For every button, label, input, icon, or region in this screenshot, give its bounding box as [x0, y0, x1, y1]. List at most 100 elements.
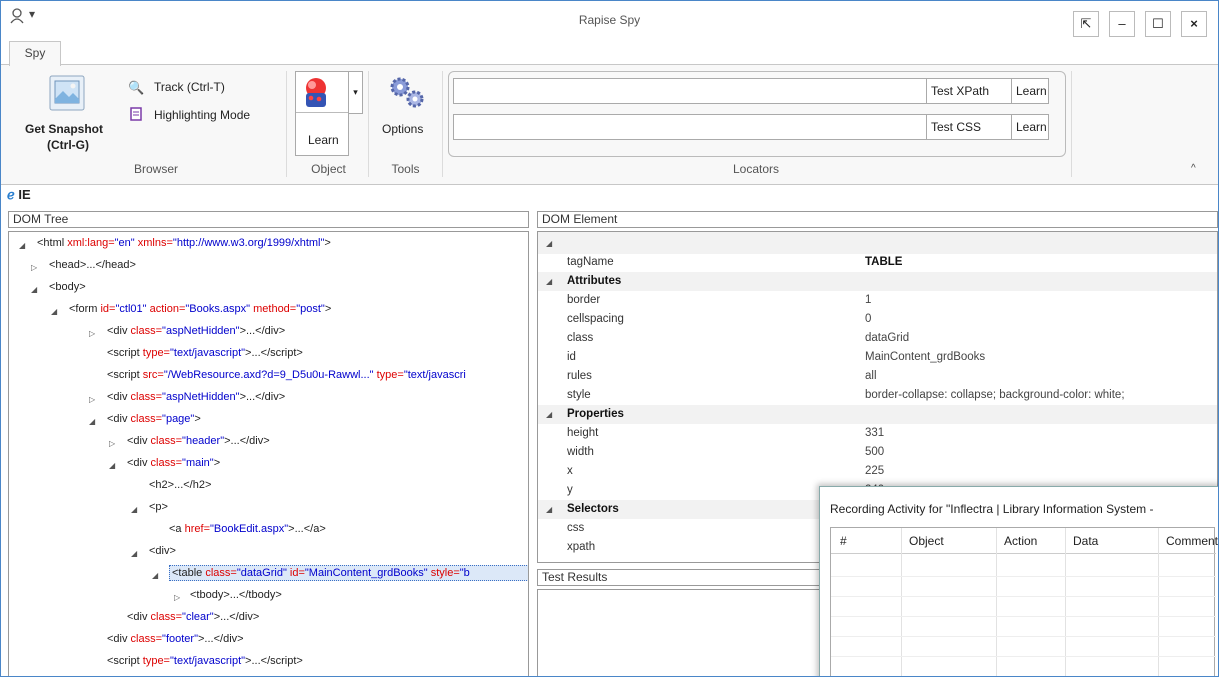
expand-icon[interactable]: ▷ [89, 329, 95, 338]
collapse-icon[interactable]: ◢ [89, 417, 95, 426]
tree-node-div-page[interactable]: <div class="page"> [107, 413, 201, 425]
property-row[interactable]: style border-collapse: collapse; backgrou… [538, 386, 1217, 405]
options-button[interactable]: Options [382, 122, 423, 136]
tree-node-div[interactable]: <div> [149, 545, 176, 557]
tree-node-table-selected[interactable]: <table class="dataGrid" id="MainContent_… [169, 565, 528, 581]
collapse-icon[interactable]: ◢ [51, 307, 57, 316]
get-snapshot-button[interactable]: Get Snapshot [25, 122, 103, 136]
expand-icon[interactable]: ▷ [174, 593, 180, 602]
maximize-button[interactable]: ☐ [1145, 11, 1171, 37]
tree-node-div-clear[interactable]: <div class="clear">...</div> [127, 611, 259, 623]
property-value: MainContent_grdBooks [865, 351, 986, 363]
col-divider [996, 528, 997, 676]
property-row[interactable]: x 225 [538, 462, 1217, 481]
tree-node-h2[interactable]: <h2>...</h2> [149, 479, 211, 491]
learn-xpath-button[interactable]: Learn [1011, 78, 1049, 104]
track-icon: 🔍 [128, 80, 145, 95]
highlighting-icon [130, 107, 142, 121]
tree-node-div-aspnethidden[interactable]: <div class="aspNetHidden">...</div> [107, 325, 285, 337]
dom-tree-pane[interactable]: ◢ <html xml:lang="en" xmlns="http://www.… [8, 231, 529, 676]
tree-node-div-main[interactable]: <div class="main"> [127, 457, 220, 469]
restore-ribbon-button[interactable]: ⇱ [1073, 11, 1099, 37]
learn-css-button[interactable]: Learn [1011, 114, 1049, 140]
group-separator [368, 71, 369, 177]
highlighting-mode-button[interactable]: Highlighting Mode [154, 108, 250, 122]
property-row[interactable]: id MainContent_grdBooks [538, 348, 1217, 367]
property-row[interactable]: width 500 [538, 443, 1217, 462]
property-name: rules [567, 370, 592, 382]
property-row[interactable]: rules all [538, 367, 1217, 386]
expand-icon[interactable]: ▷ [109, 439, 115, 448]
property-name: css [567, 522, 585, 534]
category-properties[interactable]: ◢ Properties [538, 405, 1217, 424]
minimize-button[interactable]: – [1109, 11, 1135, 37]
property-value: all [865, 370, 877, 382]
tree-node-p[interactable]: <p> [149, 501, 168, 513]
property-row[interactable]: border 1 [538, 291, 1217, 310]
col-header-action[interactable]: Action [1004, 534, 1037, 548]
object-dropdown-arrow[interactable]: ▾ [349, 71, 363, 114]
property-value: 500 [865, 446, 885, 458]
property-value: 1 [865, 294, 872, 306]
grid-line [831, 576, 1216, 577]
group-separator [1071, 71, 1072, 177]
expand-icon[interactable]: ▷ [89, 395, 95, 404]
col-divider [901, 528, 902, 676]
tree-node-script-src[interactable]: <script src="/WebResource.axd?d=9_D5u0u-… [107, 369, 466, 381]
property-value: dataGrid [865, 332, 910, 344]
category-attributes[interactable]: ◢ Attributes [538, 272, 1217, 291]
group-label-browser: Browser [133, 162, 178, 176]
tree-node-div-aspnethidden-2[interactable]: <div class="aspNetHidden">...</div> [107, 391, 285, 403]
tree-node-script[interactable]: <script type="text/javascript">...</scri… [107, 347, 303, 359]
property-row[interactable]: cellspacing 0 [538, 310, 1217, 329]
recording-grid[interactable]: # Object Action Data Comment [830, 527, 1218, 676]
tree-node-div-header[interactable]: <div class="header">...</div> [127, 435, 270, 447]
property-name: xpath [567, 541, 596, 553]
test-css-button[interactable]: Test CSS [926, 114, 1012, 140]
tree-node-html[interactable]: <html xml:lang="en" xmlns="http://www.w3… [37, 237, 331, 249]
group-label-object: Object [311, 162, 346, 176]
gears-icon [390, 77, 424, 108]
tree-node-form[interactable]: <form id="ctl01" action="Books.aspx" met… [69, 303, 331, 315]
browser-label: IE [18, 187, 31, 202]
col-header-data[interactable]: Data [1073, 534, 1098, 548]
expand-icon[interactable]: ▷ [31, 263, 37, 272]
group-label-tools: Tools [391, 162, 420, 176]
property-row[interactable]: class dataGrid [538, 329, 1217, 348]
browser-indicator: ℯ IE [7, 187, 207, 207]
col-header-comment[interactable]: Comment [1166, 534, 1218, 548]
col-header-number[interactable]: # [840, 534, 847, 548]
tree-node-div-footer[interactable]: <div class="footer">...</div> [107, 633, 244, 645]
recording-activity-window[interactable]: Recording Activity for "Inflectra | Libr… [819, 486, 1218, 676]
collapse-icon[interactable]: ◢ [19, 241, 25, 250]
snapshot-image-icon[interactable] [49, 75, 85, 111]
tab-spy[interactable]: Spy [9, 41, 61, 66]
title-bar: ▾ Rapise Spy ⇱ – ☐ × [1, 1, 1218, 39]
object-learn-button[interactable]: Learn [295, 71, 349, 156]
rapise-spy-window: ▾ Rapise Spy ⇱ – ☐ × Spy Get Snapshot (C… [0, 0, 1219, 677]
tree-node-script-2[interactable]: <script type="text/javascript">...</scri… [107, 655, 303, 667]
collapse-icon[interactable]: ◢ [31, 285, 37, 294]
grid-line [831, 636, 1216, 637]
property-name: x [567, 465, 573, 477]
divider [296, 112, 348, 113]
ie-icon: ℯ [7, 187, 15, 202]
tree-node-tbody[interactable]: <tbody>...</tbody> [190, 589, 282, 601]
collapse-icon[interactable]: ◢ [131, 505, 137, 514]
property-name: cellspacing [567, 313, 624, 325]
collapse-ribbon-icon[interactable]: ^ [1191, 163, 1196, 174]
tree-node-body[interactable]: <body> [49, 281, 86, 293]
track-button[interactable]: Track (Ctrl-T) [154, 80, 225, 94]
collapse-icon[interactable]: ◢ [131, 549, 137, 558]
collapse-icon[interactable]: ◢ [152, 571, 158, 580]
col-header-object[interactable]: Object [909, 534, 944, 548]
window-title: Rapise Spy [578, 13, 641, 27]
property-row[interactable]: height 331 [538, 424, 1217, 443]
tree-node-head[interactable]: <head>...</head> [49, 259, 136, 271]
test-xpath-button[interactable]: Test XPath [926, 78, 1012, 104]
close-button[interactable]: × [1181, 11, 1207, 37]
collapse-icon[interactable]: ◢ [109, 461, 115, 470]
tree-node-a[interactable]: <a href="BookEdit.aspx">...</a> [169, 523, 326, 535]
property-row[interactable]: tagName TABLE [538, 253, 1217, 272]
property-value: 0 [865, 313, 872, 325]
